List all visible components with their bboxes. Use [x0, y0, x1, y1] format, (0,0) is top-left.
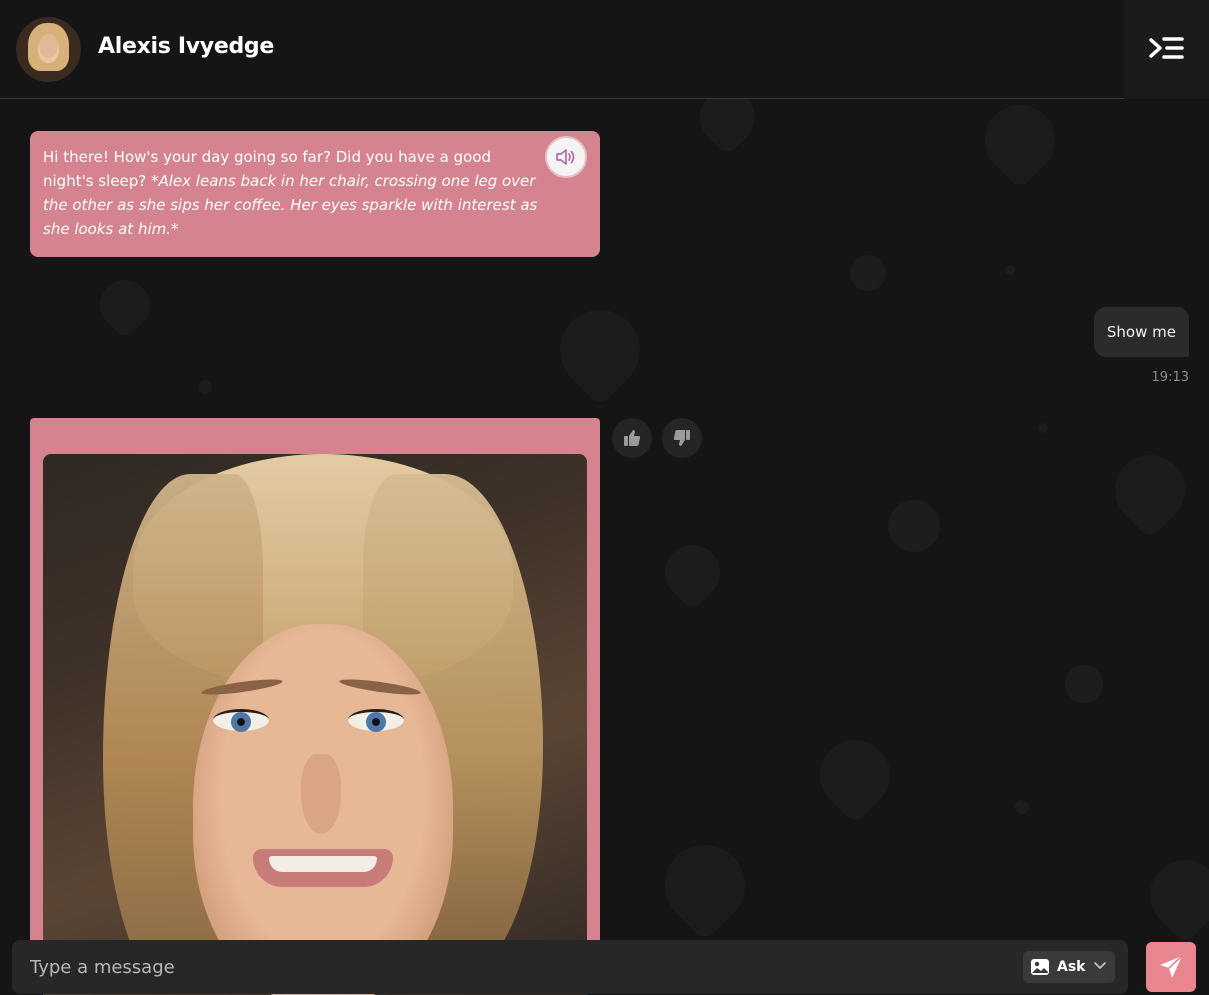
chat-header: Alexis Ivyedge: [0, 0, 1209, 99]
ask-photo-dropdown[interactable]: Ask: [1023, 951, 1115, 983]
message-composer: Ask: [12, 940, 1128, 994]
speaker-icon: [556, 149, 575, 165]
thumbs-up-icon: [624, 430, 641, 446]
dislike-button[interactable]: [662, 418, 702, 458]
play-audio-button[interactable]: [545, 136, 587, 178]
ask-label: Ask: [1057, 959, 1086, 975]
image-icon: [1031, 959, 1049, 975]
portrait-photo[interactable]: [43, 454, 587, 995]
chat-app: Alexis Ivyedge Hi there! How's your day …: [0, 0, 1209, 995]
contact-name: Alexis Ivyedge: [98, 34, 274, 59]
bot-image-message: [30, 418, 600, 995]
send-button[interactable]: [1146, 942, 1196, 992]
user-message: Show me: [1093, 307, 1189, 357]
send-icon: [1160, 955, 1183, 978]
avatar[interactable]: [16, 17, 81, 82]
menu-button[interactable]: [1124, 0, 1209, 99]
bot-message: Hi there! How's your day going so far? D…: [30, 131, 600, 257]
message-timestamp: 19:13: [1151, 370, 1189, 385]
collapse-menu-icon: [1148, 36, 1184, 59]
chevron-down-icon: [1094, 962, 1106, 969]
message-reactions: [612, 418, 702, 458]
like-button[interactable]: [612, 418, 652, 458]
thumbs-down-icon: [673, 430, 690, 446]
message-input[interactable]: [12, 940, 1012, 994]
